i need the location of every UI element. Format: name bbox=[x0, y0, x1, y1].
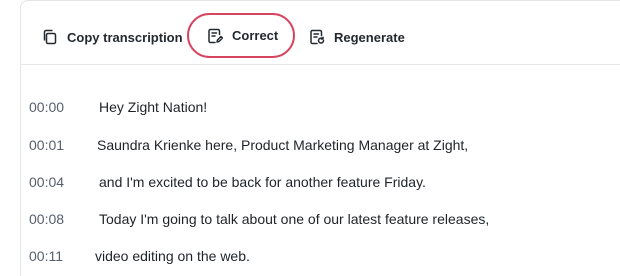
regenerate-label: Regenerate bbox=[334, 29, 405, 45]
correct-button[interactable]: Correct bbox=[187, 13, 295, 58]
transcript-text: video editing on the web. bbox=[95, 248, 250, 264]
regenerate-document-icon bbox=[309, 29, 334, 45]
timestamp[interactable]: 00:11 bbox=[29, 248, 89, 264]
edit-document-icon bbox=[207, 28, 232, 44]
transcript-text: and I'm excited to be back for another f… bbox=[99, 174, 426, 190]
transcript-text: Hey Zight Nation! bbox=[99, 99, 208, 115]
copy-transcription-button[interactable]: Copy transcription bbox=[42, 19, 183, 55]
correct-label: Correct bbox=[232, 28, 279, 43]
timestamp[interactable]: 00:00 bbox=[29, 99, 89, 115]
regenerate-button[interactable]: Regenerate bbox=[309, 19, 405, 55]
transcript-text: Today I'm going to talk about one of our… bbox=[99, 211, 490, 227]
copy-icon bbox=[42, 29, 67, 45]
transcript-text: Saundra Krienke here, Product Marketing … bbox=[97, 137, 469, 153]
timestamp[interactable]: 00:04 bbox=[29, 174, 89, 190]
timestamp[interactable]: 00:01 bbox=[29, 137, 89, 153]
transcription-panel: Copy transcription Correct Regenerate 00… bbox=[20, 0, 620, 276]
timestamp[interactable]: 00:08 bbox=[29, 211, 89, 227]
transcription-toolbar: Copy transcription Correct Regenerate bbox=[21, 1, 620, 65]
copy-transcription-label: Copy transcription bbox=[67, 29, 183, 45]
